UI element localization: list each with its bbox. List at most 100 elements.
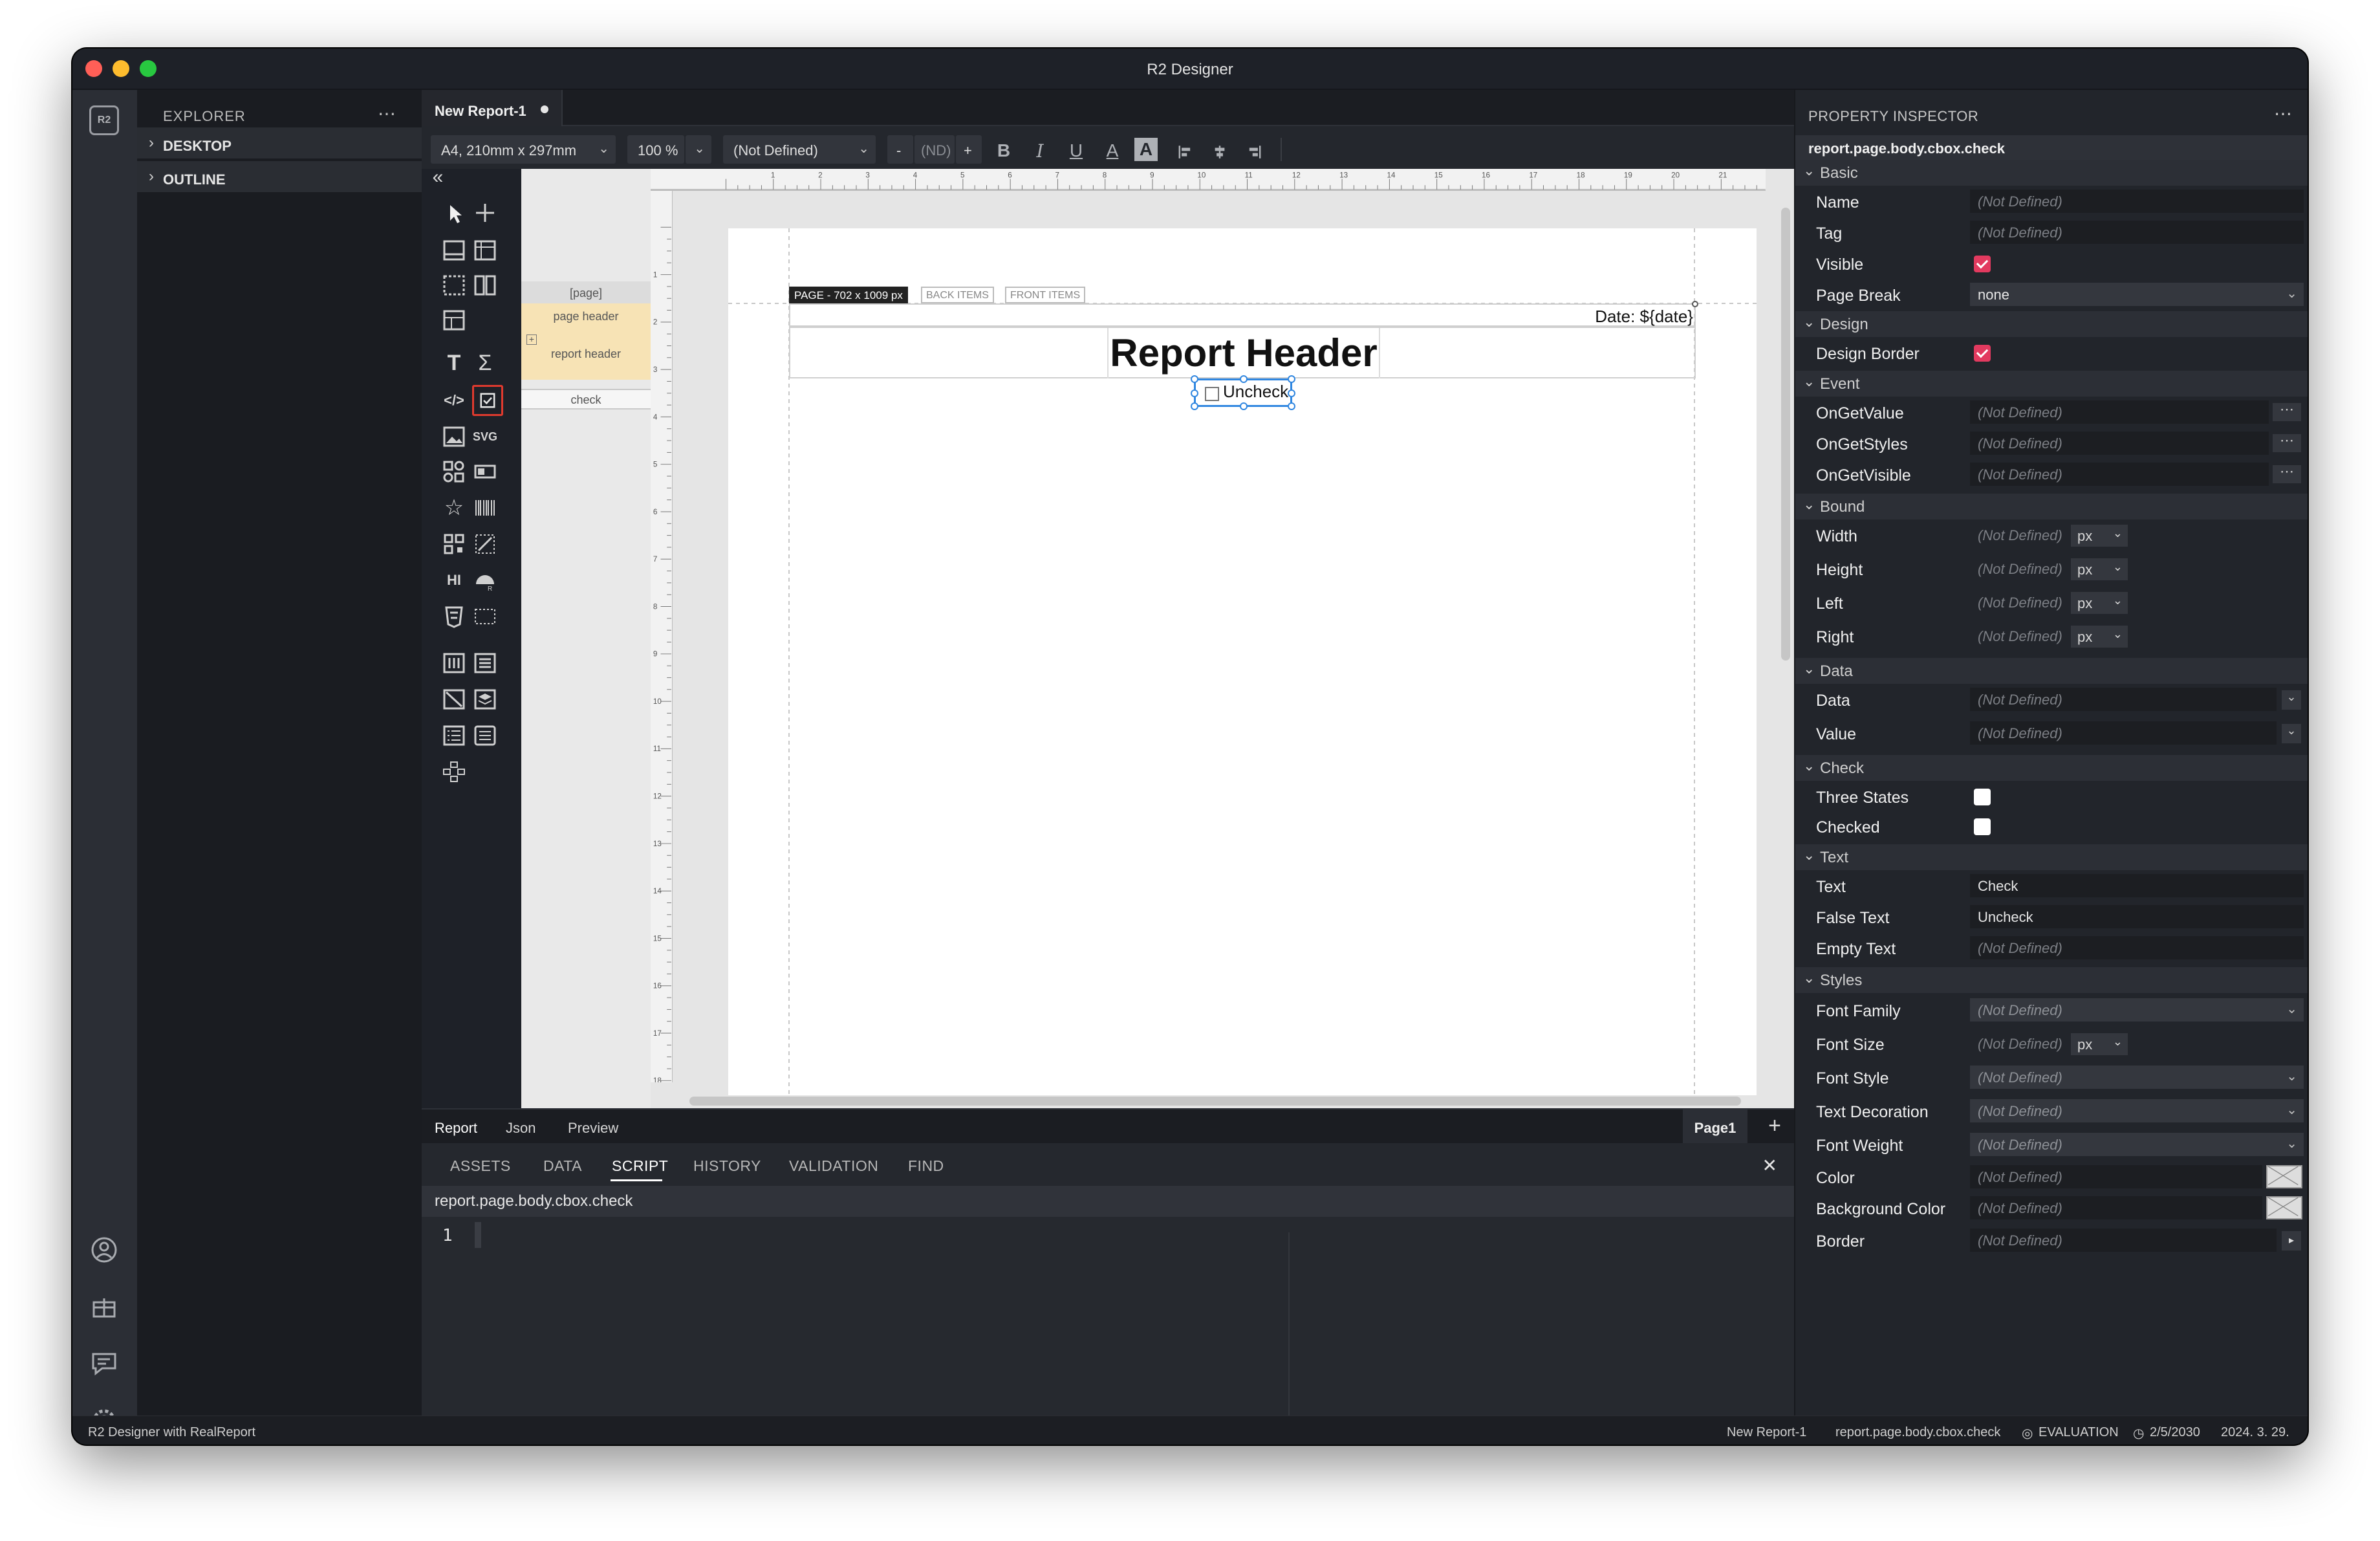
section-bound[interactable]: ⌄ Bound	[1795, 494, 2308, 519]
image-tool-icon[interactable]	[441, 424, 467, 450]
font-family-select[interactable]: (Not Defined) ⌄	[1970, 998, 2304, 1022]
star-tool-icon[interactable]: ☆	[441, 495, 467, 521]
chevron-down-icon[interactable]: ⌄	[2282, 724, 2301, 743]
tab-json[interactable]: Json	[506, 1120, 536, 1137]
tab-find[interactable]: FIND	[908, 1157, 944, 1175]
on-get-styles-input[interactable]: (Not Defined)	[1970, 432, 2269, 455]
svg-tool-icon[interactable]: SVG	[470, 424, 501, 450]
tab-data[interactable]: DATA	[543, 1157, 582, 1175]
text-input[interactable]: Check	[1970, 874, 2304, 897]
font-size-unit-select[interactable]: px ⌄	[2071, 1033, 2128, 1055]
zoom-dropdown-button[interactable]: ⌄	[686, 135, 711, 164]
explorer-item-desktop[interactable]: › DESKTOP	[137, 127, 422, 158]
panel-tool-icon[interactable]	[472, 459, 498, 485]
section-design[interactable]: ⌄ Design	[1795, 311, 2308, 337]
line-tool-icon[interactable]	[441, 686, 467, 712]
tab-report[interactable]: Report	[435, 1120, 477, 1137]
value-input[interactable]: (Not Defined)	[1970, 721, 2277, 745]
section-event[interactable]: ⌄ Event	[1795, 371, 2308, 397]
report-page[interactable]: PAGE - 702 x 1009 px BACK ITEMS FRONT IT…	[728, 228, 1757, 1095]
explorer-more-icon[interactable]: ⋯	[378, 103, 396, 124]
selection-handle[interactable]	[1191, 389, 1198, 397]
status-document[interactable]: New Report-1	[1727, 1425, 1806, 1440]
section-basic[interactable]: ⌄ Basic	[1795, 160, 2308, 186]
font-color-button[interactable]: A	[1099, 135, 1125, 164]
gift-icon[interactable]	[89, 1292, 119, 1322]
vertical-scrollbar[interactable]	[1781, 208, 1790, 661]
chevron-down-icon[interactable]: ⌄	[2282, 690, 2301, 710]
explorer-item-outline[interactable]: › OUTLINE	[137, 161, 422, 192]
left-input[interactable]: (Not Defined)	[1970, 591, 2075, 614]
report-header-band[interactable]: Report Header	[789, 327, 1696, 378]
font-size-input[interactable]: (Not Defined)	[1970, 1032, 2075, 1055]
bold-button[interactable]: B	[991, 135, 1017, 164]
select-pointer-icon[interactable]	[441, 200, 467, 226]
design-canvas[interactable]: 12345678910111213141516171819202122 1234…	[651, 169, 1799, 1109]
expand-band-icon[interactable]: +	[526, 334, 537, 345]
list-tool-icon[interactable]	[472, 650, 498, 676]
user-icon[interactable]	[89, 1235, 119, 1265]
list-view-tool-icon[interactable]	[441, 723, 467, 749]
add-page-button[interactable]: +	[1768, 1113, 1781, 1139]
layers-tool-icon[interactable]	[472, 686, 498, 712]
three-states-checkbox[interactable]	[1974, 789, 1991, 805]
script-editor[interactable]: 1	[422, 1217, 1794, 1415]
section-data[interactable]: ⌄ Data	[1795, 658, 2308, 684]
font-weight-select[interactable]: (Not Defined) ⌄	[1970, 1133, 2304, 1156]
align-left-icon[interactable]	[1172, 135, 1198, 164]
horizontal-scrollbar[interactable]	[689, 1097, 1741, 1106]
date-text[interactable]: Date: ${date}	[1595, 307, 1693, 327]
text-tool-icon[interactable]: T	[441, 350, 467, 376]
group-band-icon[interactable]	[441, 272, 467, 298]
tab-preview[interactable]: Preview	[568, 1120, 618, 1137]
font-family-select[interactable]: (Not Defined) ⌄	[723, 135, 876, 164]
font-style-select[interactable]: (Not Defined) ⌄	[1970, 1066, 2304, 1089]
on-get-value-input[interactable]: (Not Defined)	[1970, 400, 2269, 424]
checked-checkbox[interactable]	[1974, 818, 1991, 835]
summary-tool-icon[interactable]: Σ	[472, 350, 498, 376]
color-input[interactable]: (Not Defined)	[1970, 1165, 2262, 1188]
section-check[interactable]: ⌄ Check	[1795, 755, 2308, 781]
section-text[interactable]: ⌄ Text	[1795, 844, 2308, 870]
zoom-input[interactable]: 100 %	[627, 135, 684, 164]
table-band-icon[interactable]	[472, 237, 498, 263]
left-unit-select[interactable]: px ⌄	[2071, 592, 2128, 614]
visible-checkbox[interactable]	[1974, 256, 1991, 272]
paper-size-select[interactable]: A4, 210mm x 297mm ⌄	[431, 135, 616, 164]
tab-history[interactable]: HISTORY	[693, 1157, 761, 1175]
checkbox-tool-icon[interactable]	[472, 385, 503, 416]
height-unit-select[interactable]: px ⌄	[2071, 558, 2128, 580]
tab-new-report-1[interactable]: New Report-1	[422, 90, 563, 126]
font-size-increase-button[interactable]: +	[956, 135, 982, 164]
band-icon[interactable]	[441, 237, 467, 263]
selection-handle[interactable]	[1191, 375, 1198, 383]
page-tab-page1[interactable]: Page1	[1683, 1109, 1747, 1143]
background-color-input[interactable]: (Not Defined)	[1970, 1196, 2262, 1219]
page-tool-icon[interactable]	[472, 723, 498, 749]
text-decoration-select[interactable]: (Not Defined) ⌄	[1970, 1099, 2304, 1122]
tab-script[interactable]: SCRIPT	[612, 1157, 668, 1175]
align-right-icon[interactable]	[1242, 135, 1268, 164]
color-swatch[interactable]	[2266, 1165, 2302, 1188]
cross-tab-tool-icon[interactable]	[441, 759, 467, 785]
check-item-selected[interactable]: Uncheck	[1191, 375, 1295, 410]
close-panel-icon[interactable]: ✕	[1762, 1155, 1777, 1176]
selection-handle[interactable]	[1288, 375, 1295, 383]
split-band-icon[interactable]	[472, 272, 498, 298]
feedback-icon[interactable]	[89, 1349, 119, 1379]
highlight-tool-icon[interactable]: HI	[441, 567, 467, 593]
italic-button[interactable]: I	[1027, 135, 1053, 164]
chart-tool-icon[interactable]: R	[472, 567, 498, 593]
background-color-swatch[interactable]	[2266, 1196, 2302, 1219]
font-size-decrease-button[interactable]: -	[887, 135, 913, 164]
qrcode-tool-icon[interactable]	[441, 531, 467, 557]
empty-text-input[interactable]: (Not Defined)	[1970, 936, 2304, 959]
inspector-more-icon[interactable]: ⋯	[2274, 103, 2292, 124]
band-page[interactable]: [page]	[521, 281, 651, 303]
barcode-tool-icon[interactable]	[472, 495, 498, 521]
on-get-value-edit-button[interactable]: ⋯	[2273, 402, 2301, 421]
width-input[interactable]: (Not Defined)	[1970, 523, 2075, 547]
back-items-tab[interactable]: BACK ITEMS	[921, 287, 994, 303]
font-size-input[interactable]: (ND)	[914, 135, 955, 164]
selection-handle[interactable]	[1191, 402, 1198, 410]
